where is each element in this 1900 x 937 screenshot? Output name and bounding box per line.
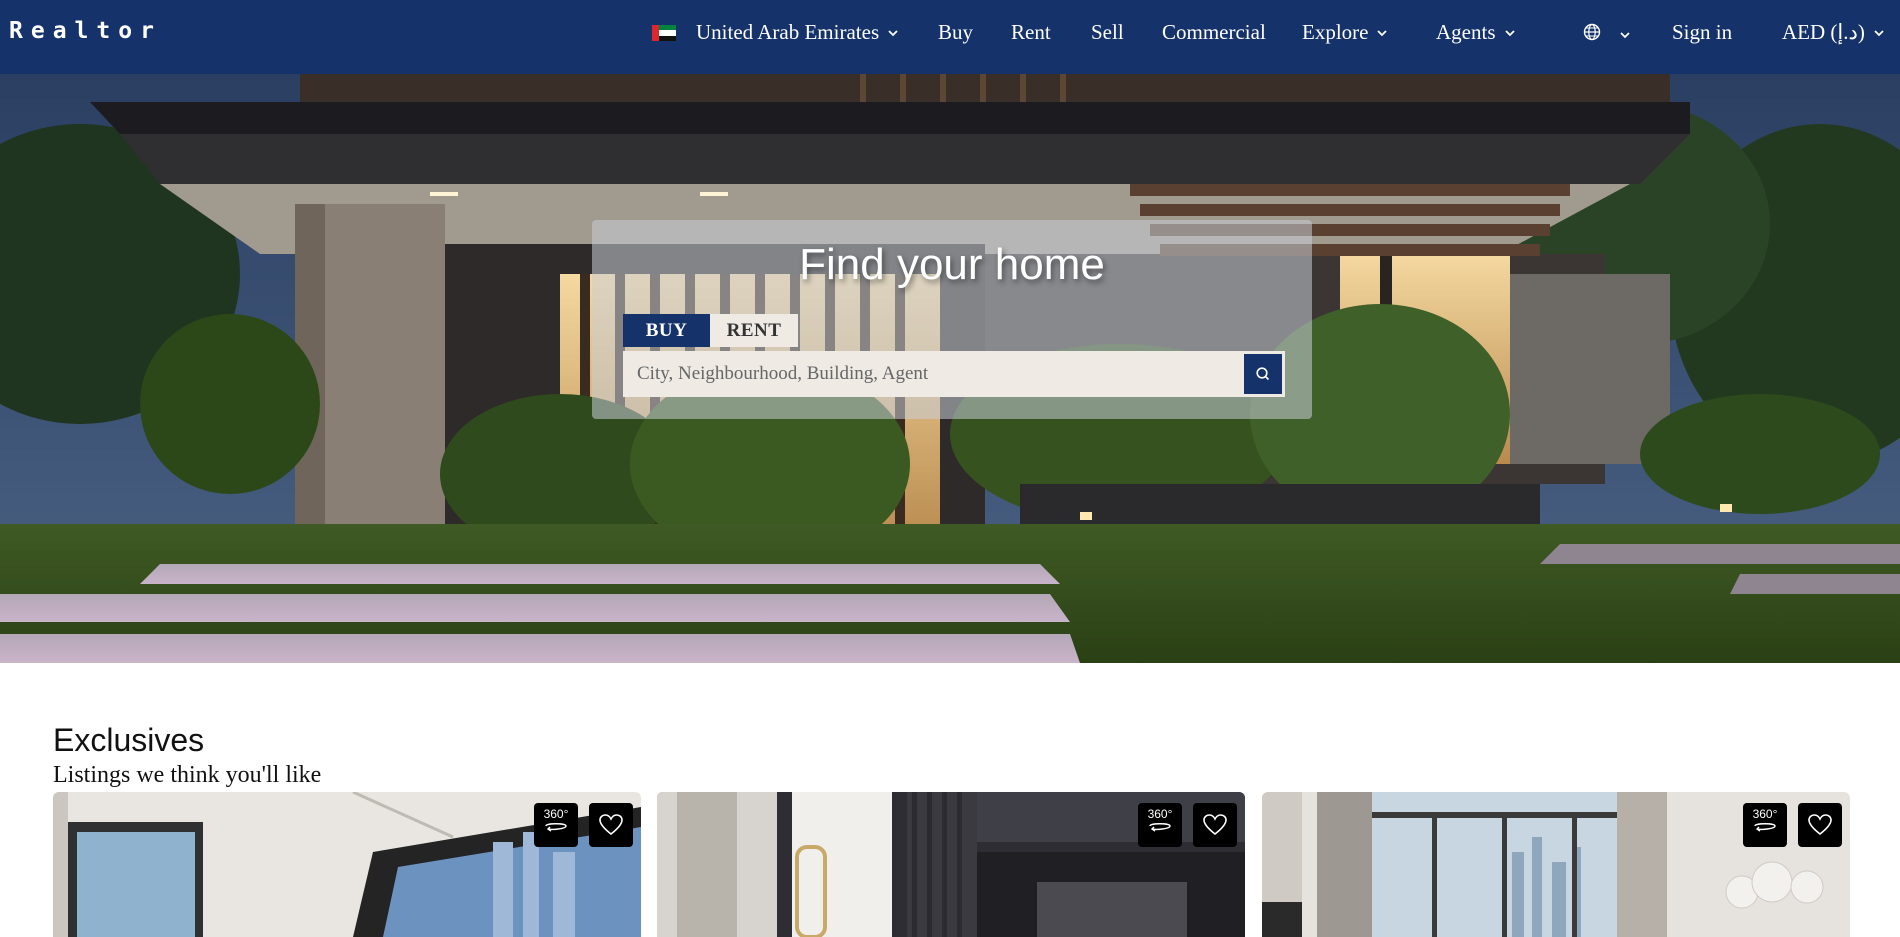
nav-rent[interactable]: Rent (1011, 20, 1051, 45)
uae-flag-icon (652, 24, 676, 41)
nav-agents-label: Agents (1436, 20, 1496, 44)
favorite-button[interactable] (1798, 803, 1842, 847)
listing-card[interactable]: 360° (657, 792, 1245, 937)
sign-in-link[interactable]: Sign in (1672, 20, 1732, 45)
nav-commercial[interactable]: Commercial (1162, 20, 1266, 45)
chevron-down-icon (1617, 27, 1633, 43)
top-navbar: Realtor United Arab Emirates Buy Rent Se… (0, 0, 1900, 74)
currency-selector[interactable]: AED (د.إ) (1782, 20, 1887, 45)
nav-buy[interactable]: Buy (938, 20, 973, 45)
360-badge-label: 360° (1752, 807, 1778, 821)
nav-sell[interactable]: Sell (1091, 20, 1124, 45)
hero-banner: Find your home BUY RENT (0, 74, 1900, 663)
heart-icon (1808, 814, 1832, 836)
search-icon (1256, 367, 1270, 381)
chevron-down-icon (1871, 25, 1887, 41)
exclusives-title: Exclusives (53, 722, 205, 758)
chevron-down-icon (1502, 25, 1518, 41)
favorite-button[interactable] (589, 803, 633, 847)
country-label: United Arab Emirates (696, 20, 880, 44)
rotate-360-icon (1754, 823, 1776, 832)
listing-card[interactable]: 360° (1262, 792, 1850, 937)
tab-rent[interactable]: RENT (710, 314, 798, 347)
country-selector[interactable]: United Arab Emirates (652, 20, 901, 45)
exclusives-subtitle: Listings we think you'll like (53, 762, 322, 788)
nav-agents[interactable]: Agents (1436, 20, 1518, 45)
hero-title: Find your home (799, 240, 1105, 289)
360-badge-label: 360° (543, 807, 569, 821)
favorite-button[interactable] (1193, 803, 1237, 847)
search-panel: Find your home BUY RENT (592, 220, 1312, 419)
currency-label: AED (د.إ) (1782, 20, 1865, 44)
360-tour-badge[interactable]: 360° (534, 803, 578, 847)
nav-explore-label: Explore (1302, 20, 1369, 44)
360-badge-label: 360° (1147, 807, 1173, 821)
rotate-360-icon (1149, 823, 1171, 832)
heart-icon (599, 814, 623, 836)
globe-icon (1583, 22, 1601, 47)
search-button[interactable] (1244, 354, 1282, 394)
heart-icon (1203, 814, 1227, 836)
search-input[interactable] (623, 351, 1241, 397)
listing-card[interactable]: 360° (53, 792, 641, 937)
chevron-down-icon (885, 25, 901, 41)
search-button-wrap (1241, 351, 1285, 397)
360-tour-badge[interactable]: 360° (1138, 803, 1182, 847)
chevron-down-icon (1374, 25, 1390, 41)
rotate-360-icon (545, 823, 567, 832)
site-logo[interactable]: Realtor (9, 18, 162, 44)
360-tour-badge[interactable]: 360° (1743, 803, 1787, 847)
language-selector[interactable] (1583, 22, 1633, 47)
tab-buy[interactable]: BUY (623, 314, 710, 347)
nav-explore[interactable]: Explore (1302, 20, 1390, 45)
